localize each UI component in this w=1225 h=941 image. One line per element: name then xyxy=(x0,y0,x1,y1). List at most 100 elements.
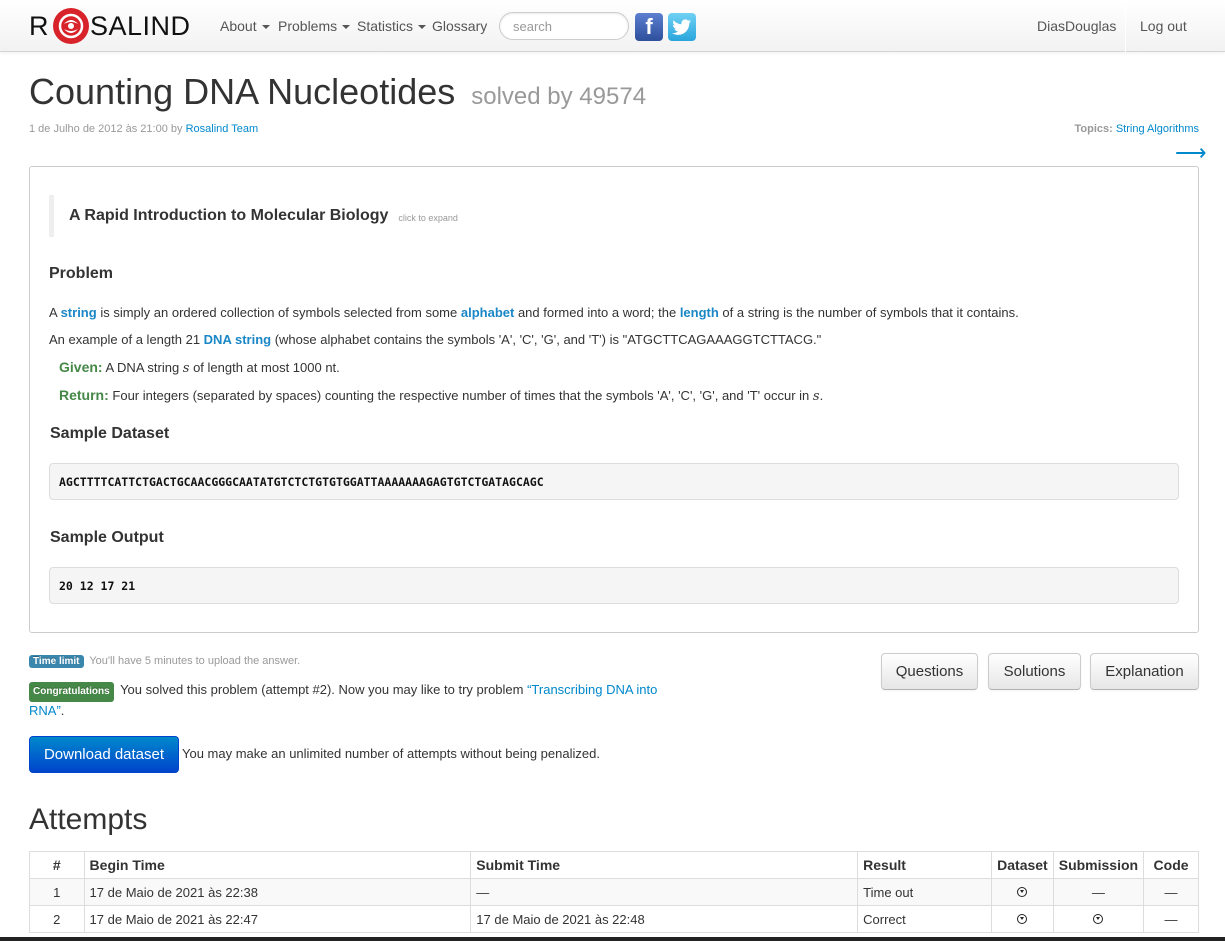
download-icon[interactable] xyxy=(1093,913,1104,924)
glossary-link-length[interactable]: length xyxy=(680,305,719,320)
problem-paragraph-2: An example of a length 21 DNA string (wh… xyxy=(49,332,821,347)
col-header-num: # xyxy=(29,851,85,879)
col-header-code: Code xyxy=(1143,851,1199,879)
sample-dataset-heading: Sample Dataset xyxy=(50,425,170,442)
text: and formed into a word; the xyxy=(514,305,680,320)
search-input[interactable] xyxy=(499,12,629,40)
attempt-num: 1 xyxy=(29,878,85,906)
problem-statement: A Rapid Introduction to Molecular Biolog… xyxy=(29,166,1199,633)
congrats-end: . xyxy=(60,703,65,718)
attempt-begin: 17 de Maio de 2021 às 22:38 xyxy=(83,878,472,906)
attempt-dataset xyxy=(991,905,1054,933)
math-var: s xyxy=(812,389,820,404)
nav-glossary-label: Glossary xyxy=(432,18,488,34)
explanation-button[interactable]: Explanation xyxy=(1090,653,1199,690)
nav-about-label: About xyxy=(220,18,257,34)
author-link[interactable]: Rosalind Team xyxy=(186,123,259,135)
brand-r: R xyxy=(29,10,49,41)
problem-heading: Problem xyxy=(49,265,114,282)
nav-about[interactable]: About xyxy=(220,18,270,34)
sample-output-heading: Sample Output xyxy=(50,529,164,546)
topics: Topics: String Algorithms xyxy=(1074,123,1199,135)
page-title: Counting DNA Nucleotides solved by 49574 xyxy=(29,71,646,113)
attempt-dataset xyxy=(991,878,1054,906)
facebook-icon[interactable]: f xyxy=(635,13,663,41)
text: Four integers (separated by spaces) coun… xyxy=(108,388,813,403)
nav-statistics-label: Statistics xyxy=(357,18,414,34)
text: is simply an ordered collection of symbo… xyxy=(96,305,461,320)
col-header-submit: Submit Time xyxy=(470,851,859,879)
glossary-link-dna-string[interactable]: DNA string xyxy=(204,332,271,347)
col-header-begin: Begin Time xyxy=(83,851,472,879)
attempt-submit: 17 de Maio de 2021 às 22:48 xyxy=(470,905,859,933)
text: (whose alphabet contains the symbols 'A'… xyxy=(271,332,822,347)
nav-problems[interactable]: Problems xyxy=(278,18,351,34)
topics-label: Topics: xyxy=(1074,123,1113,135)
nav-glossary[interactable]: Glossary xyxy=(432,18,487,34)
unlimited-attempts-text: You may make an unlimited number of atte… xyxy=(182,746,600,761)
sample-output: 20 12 17 21 xyxy=(49,567,1179,604)
download-dataset-button[interactable]: Download dataset xyxy=(29,736,179,773)
solved-count: solved by 49574 xyxy=(471,83,647,110)
glossary-link-string[interactable]: string xyxy=(61,305,97,320)
download-icon[interactable] xyxy=(1017,886,1028,897)
topic-link[interactable]: String Algorithms xyxy=(1116,123,1199,135)
glossary-link-alphabet[interactable]: alphabet xyxy=(461,305,514,320)
col-header-result: Result xyxy=(857,851,993,879)
questions-button[interactable]: Questions xyxy=(881,653,978,690)
return-label: Return: xyxy=(59,387,109,403)
nav-statistics[interactable]: Statistics xyxy=(357,18,427,34)
attempt-submit: — xyxy=(470,878,859,906)
logout-link[interactable]: Log out xyxy=(1140,0,1187,52)
problem-paragraph-1: A string is simply an ordered collection… xyxy=(49,305,1019,320)
navbar: R SALIND About Problems Statistics Gloss… xyxy=(0,0,1225,52)
window-bottom-border xyxy=(0,937,1225,941)
solutions-button[interactable]: Solutions xyxy=(988,653,1081,690)
rosalind-rose-icon xyxy=(53,8,89,44)
congrats-text: You solved this problem (attempt #2). No… xyxy=(120,682,528,697)
attempt-code: — xyxy=(1143,905,1199,933)
congrats-line: Congratulations You solved this problem … xyxy=(29,681,669,720)
caret-down-icon xyxy=(342,25,351,29)
user-profile-link[interactable]: DiasDouglas xyxy=(1037,0,1116,52)
twitter-icon[interactable] xyxy=(668,13,696,41)
rosalind-logo-link[interactable]: R SALIND xyxy=(29,6,191,46)
twitter-bird-icon xyxy=(672,19,691,35)
col-header-submission: Submission xyxy=(1052,851,1145,879)
attempts-heading: Attempts xyxy=(29,803,148,836)
table-row: 2 17 de Maio de 2021 às 22:47 17 de Maio… xyxy=(29,905,1199,933)
caret-down-icon xyxy=(261,25,270,29)
table-row: 1 17 de Maio de 2021 às 22:38 — Time out… xyxy=(29,878,1199,906)
text: A xyxy=(49,305,61,320)
download-icon[interactable] xyxy=(1017,913,1028,924)
intro-title: A Rapid Introduction to Molecular Biolog… xyxy=(69,207,389,224)
next-problem-arrow-icon[interactable]: ⟶ xyxy=(1175,141,1207,165)
attempt-submission: — xyxy=(1052,878,1145,906)
text: . xyxy=(819,388,824,403)
caret-down-icon xyxy=(418,25,427,29)
attempt-result: Correct xyxy=(857,905,993,933)
time-limit-badge: Time limit xyxy=(29,655,84,668)
text: An example of a length 21 xyxy=(49,332,204,347)
publish-date: 1 de Julho de 2012 às 21:00 by xyxy=(29,123,183,135)
attempt-begin: 17 de Maio de 2021 às 22:47 xyxy=(83,905,472,933)
text: of length at most 1000 nt. xyxy=(189,360,340,375)
attempt-code: — xyxy=(1143,878,1199,906)
attempt-submission xyxy=(1052,905,1145,933)
nav-problems-label: Problems xyxy=(278,18,338,34)
given-label: Given: xyxy=(59,359,103,375)
click-to-expand[interactable]: click to expand xyxy=(398,213,458,223)
text: of a string is the number of symbols tha… xyxy=(718,305,1019,320)
sample-dataset: AGCTTTTCATTCTGACTGCAACGGGCAATATGTCTCTGTG… xyxy=(49,463,1179,500)
table-header-row: # Begin Time Submit Time Result Dataset … xyxy=(29,851,1199,879)
text: A DNA string xyxy=(102,360,183,375)
attempt-result: Time out xyxy=(857,878,993,906)
given-line: Given: A DNA string s of length at most … xyxy=(59,359,340,376)
congrats-badge: Congratulations xyxy=(29,682,114,702)
attempt-num: 2 xyxy=(29,905,85,933)
intro-blockquote[interactable]: A Rapid Introduction to Molecular Biolog… xyxy=(49,195,458,237)
problem-meta: 1 de Julho de 2012 às 21:00 by Rosalind … xyxy=(29,123,258,135)
nav-divider xyxy=(1125,0,1126,52)
attempts-table: # Begin Time Submit Time Result Dataset … xyxy=(29,851,1199,933)
time-limit-text: You'll have 5 minutes to upload the answ… xyxy=(89,655,301,667)
